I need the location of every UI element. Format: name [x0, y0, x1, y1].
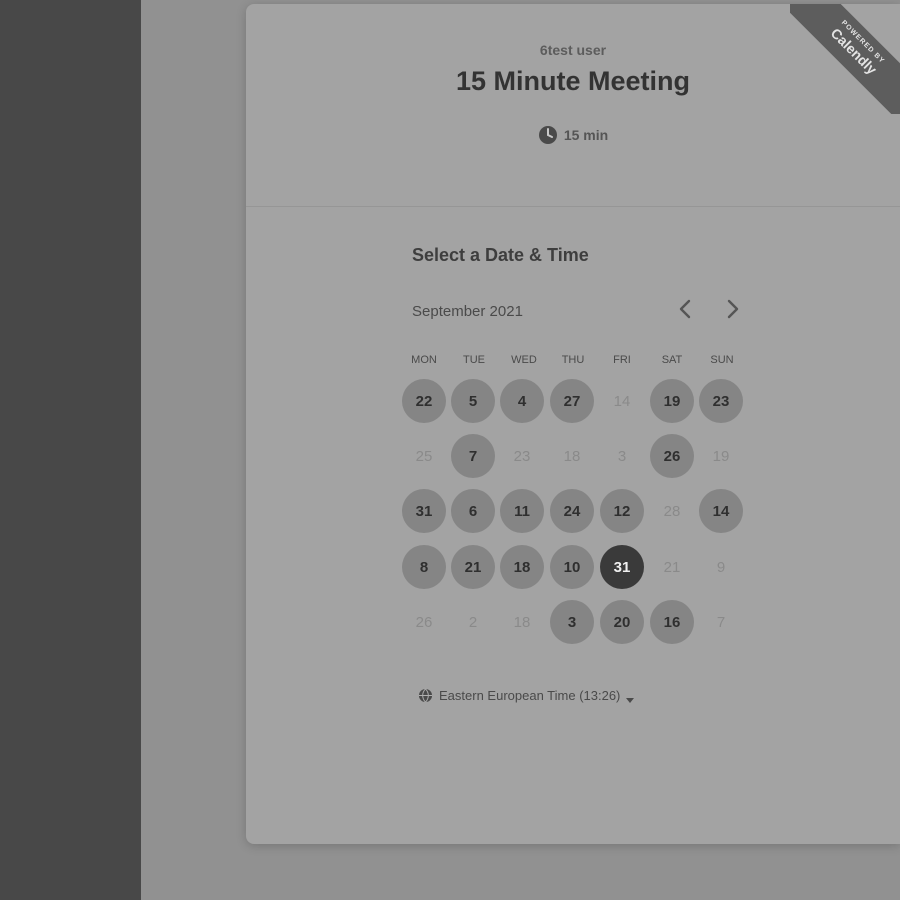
calendar-day: 7: [716, 613, 726, 631]
chevron-right-icon: [726, 299, 740, 324]
event-header: 6test user 15 Minute Meeting 15 min: [246, 4, 900, 207]
caret-down-icon: [626, 692, 635, 703]
calendar-day: 2: [468, 613, 478, 631]
weekday-label: THU: [561, 354, 585, 366]
weekday-label: FRI: [613, 354, 631, 366]
calendar-day[interactable]: 21: [451, 545, 495, 589]
calendar-day[interactable]: 6: [451, 489, 495, 533]
event-title: 15 Minute Meeting: [455, 66, 691, 96]
calendar-day[interactable]: 18: [500, 545, 544, 589]
chevron-left-icon: [678, 299, 692, 324]
weekday-label: SAT: [661, 354, 683, 366]
calendar-day[interactable]: 23: [699, 379, 743, 423]
calendar-day[interactable]: 31: [402, 489, 446, 533]
calendar-day[interactable]: 3: [550, 600, 594, 644]
calendar-day[interactable]: 7: [451, 434, 495, 478]
calendar-day[interactable]: 26: [650, 434, 694, 478]
timezone-label: Eastern European Time (13:26): [439, 688, 621, 703]
left-sidebar-background: [0, 0, 141, 900]
calendar-day: 25: [415, 447, 433, 465]
calendar-day[interactable]: 5: [451, 379, 495, 423]
calendar-day[interactable]: 12: [600, 489, 644, 533]
calendar-day[interactable]: 16: [650, 600, 694, 644]
calendar-day[interactable]: 14: [699, 489, 743, 533]
calendar-day[interactable]: 24: [550, 489, 594, 533]
weekday-label: TUE: [463, 354, 485, 366]
calendar-day[interactable]: 11: [500, 489, 544, 533]
calendar-day: 26: [415, 613, 433, 631]
calendar-day[interactable]: 4: [500, 379, 544, 423]
month-label: September 2021: [412, 303, 523, 320]
calendar-day: 14: [613, 392, 631, 410]
event-duration: 15 min: [246, 125, 900, 145]
calendar-day: 18: [563, 447, 581, 465]
next-month-button[interactable]: [718, 296, 748, 326]
host-name: 6test user: [539, 42, 607, 58]
calendar-day[interactable]: 10: [550, 545, 594, 589]
select-date-heading: Select a Date & Time: [412, 245, 589, 265]
booking-card: POWERED BY Calendly 6test user 15 Minute…: [246, 4, 900, 844]
calendar-day: 18: [513, 613, 531, 631]
calendar-day[interactable]: 22: [402, 379, 446, 423]
duration-label: 15 min: [563, 127, 609, 143]
calendar-day-selected[interactable]: 31: [600, 545, 644, 589]
calendar-day: 28: [663, 502, 681, 520]
calendar-day[interactable]: 19: [650, 379, 694, 423]
weekday-label: WED: [511, 354, 537, 366]
globe-icon: [418, 688, 433, 703]
calendar-day[interactable]: 20: [600, 600, 644, 644]
calendar-day: 21: [663, 558, 681, 576]
previous-month-button[interactable]: [670, 296, 700, 326]
calendar-day: 23: [513, 447, 531, 465]
calendar-day[interactable]: 27: [550, 379, 594, 423]
calendar-day: 9: [716, 558, 726, 576]
calendar-day: 19: [712, 447, 730, 465]
timezone-selector[interactable]: Eastern European Time (13:26): [418, 688, 635, 703]
calendar-day: 3: [617, 447, 627, 465]
clock-icon: [538, 125, 558, 145]
calendar-day[interactable]: 8: [402, 545, 446, 589]
weekday-label: MON: [411, 354, 437, 366]
weekday-label: SUN: [710, 354, 734, 366]
